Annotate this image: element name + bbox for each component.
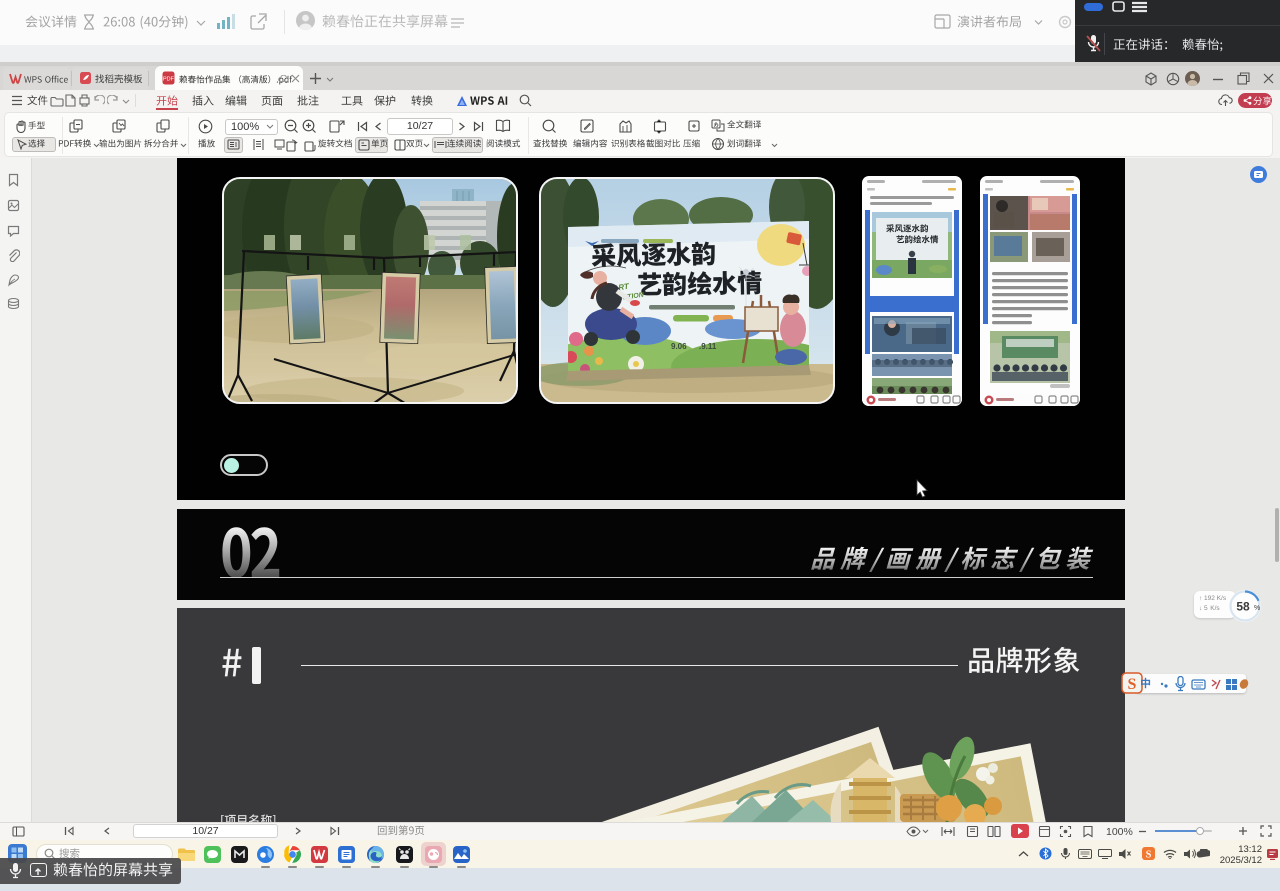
svg-text:%: % xyxy=(1254,605,1260,612)
svg-text:9.06: 9.06 xyxy=(671,342,687,351)
svg-text:S: S xyxy=(1146,850,1152,861)
svg-text:.9.11: .9.11 xyxy=(699,342,717,351)
svg-text:PDF: PDF xyxy=(163,77,175,83)
svg-text:S: S xyxy=(1128,676,1137,693)
svg-text:58: 58 xyxy=(1236,600,1250,614)
